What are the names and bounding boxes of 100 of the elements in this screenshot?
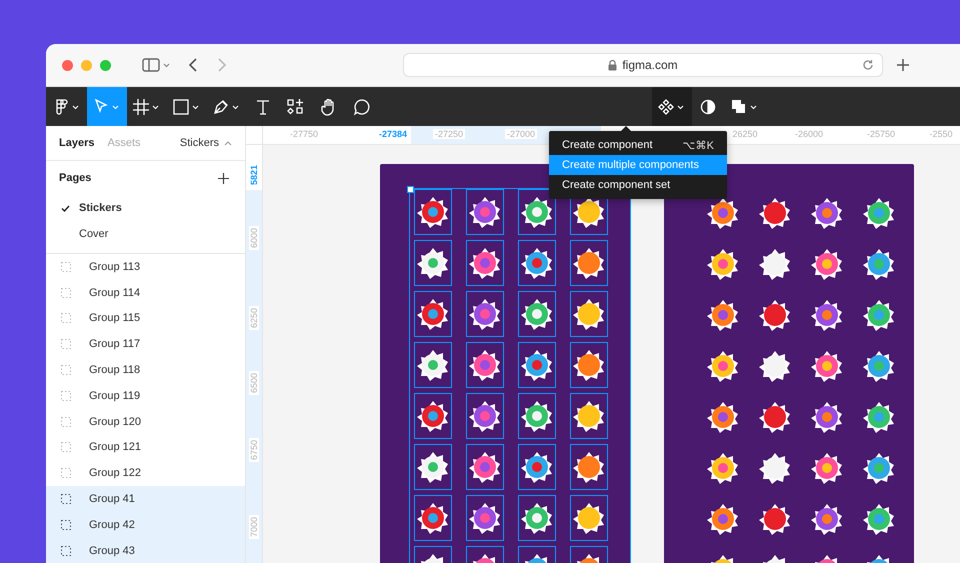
sticker-drawing[interactable] [572, 399, 606, 433]
sticker-drawing[interactable] [706, 247, 740, 281]
sticker-drawing[interactable] [862, 349, 896, 383]
ruler-label: 6750 [249, 438, 259, 462]
sticker-drawing[interactable] [810, 247, 844, 281]
ruler-label: 6000 [249, 226, 259, 250]
layer-row[interactable]: Group 41 [46, 486, 245, 512]
sticker-drawing[interactable] [520, 195, 554, 229]
ruler-label: 7000 [249, 514, 259, 540]
sticker-drawing[interactable] [520, 399, 554, 433]
sticker-drawing[interactable] [572, 450, 606, 484]
sticker-drawing[interactable] [416, 195, 450, 229]
sticker-drawing[interactable] [810, 400, 844, 434]
sticker-drawing[interactable] [520, 246, 554, 280]
close-icon[interactable] [62, 60, 73, 70]
sticker-drawing[interactable] [758, 349, 792, 383]
menu-item[interactable]: Create component ⌥⌘K [549, 135, 727, 155]
sticker-drawing[interactable] [468, 399, 502, 433]
layer-row[interactable]: Group 122 [46, 460, 245, 486]
sticker-drawing[interactable] [572, 246, 606, 280]
layer-row[interactable]: Group 117 [46, 331, 245, 358]
group-icon [61, 494, 71, 504]
sticker-drawing[interactable] [572, 501, 606, 535]
sticker-drawing[interactable] [862, 451, 896, 485]
sticker-drawing[interactable] [706, 502, 740, 536]
sticker-drawing[interactable] [572, 297, 606, 331]
new-tab-icon[interactable] [896, 58, 910, 72]
layer-row[interactable]: Group 118 [46, 357, 245, 383]
page-item[interactable]: Cover [46, 221, 245, 247]
group-icon [61, 288, 71, 298]
address-bar[interactable]: figma.com [403, 53, 883, 77]
url-text: figma.com [622, 58, 678, 72]
layer-row[interactable]: Group 113 [46, 254, 245, 280]
layer-row[interactable]: Group 43 [46, 538, 245, 563]
sticker-drawing[interactable] [810, 349, 844, 383]
reload-icon[interactable] [862, 59, 874, 71]
sticker-drawing[interactable] [862, 247, 896, 281]
add-page-icon[interactable] [218, 172, 229, 184]
page-item[interactable]: Stickers [46, 195, 245, 221]
sticker-drawing[interactable] [468, 195, 502, 229]
layer-row[interactable]: Group 114 [46, 280, 245, 306]
sticker-drawing[interactable] [758, 196, 792, 230]
ruler-label: 6250 [249, 306, 259, 330]
group-icon [61, 546, 71, 556]
sticker-drawing[interactable] [416, 246, 450, 280]
sticker-drawing[interactable] [572, 348, 606, 382]
sticker-drawing[interactable] [758, 400, 792, 434]
sticker-drawing[interactable] [416, 501, 450, 535]
sticker-drawing[interactable] [520, 501, 554, 535]
sticker-drawing[interactable] [758, 451, 792, 485]
back-icon[interactable] [188, 58, 198, 72]
chevron-up-icon [224, 140, 232, 146]
page-picker[interactable]: Stickers [180, 137, 232, 149]
ruler-label: -26000 [792, 129, 826, 139]
sticker-drawing[interactable] [862, 196, 896, 230]
ruler-label: -2550 [927, 129, 955, 139]
ruler-label: 5821 [249, 162, 259, 188]
layer-row[interactable]: Group 115 [46, 306, 245, 332]
layer-row[interactable]: Group 42 [46, 512, 245, 538]
menu-item[interactable]: Create component set [549, 175, 727, 195]
toolbar-tool[interactable] [652, 87, 692, 126]
group-icon [61, 468, 71, 478]
sticker-drawing[interactable] [862, 502, 896, 536]
sticker-drawing[interactable] [706, 400, 740, 434]
sticker-drawing[interactable] [520, 348, 554, 382]
sidebar-toggle-icon[interactable] [142, 58, 170, 72]
sticker-drawing[interactable] [758, 502, 792, 536]
sticker-group[interactable] [410, 189, 630, 563]
contrast-icon [699, 98, 717, 116]
sticker-drawing[interactable] [468, 348, 502, 382]
sticker-drawing[interactable] [706, 349, 740, 383]
sticker-drawing[interactable] [416, 450, 450, 484]
sticker-drawing[interactable] [468, 246, 502, 280]
sticker-drawing[interactable] [520, 297, 554, 331]
group-icon [61, 313, 71, 324]
sticker-drawing[interactable] [810, 451, 844, 485]
sticker-drawing[interactable] [862, 400, 896, 434]
sticker-drawing[interactable] [468, 501, 502, 535]
sticker-drawing[interactable] [468, 450, 502, 484]
sticker-drawing[interactable] [706, 298, 740, 332]
sticker-drawing[interactable] [706, 196, 740, 230]
sticker-drawing[interactable] [758, 298, 792, 332]
sticker-drawing[interactable] [810, 502, 844, 536]
layer-row[interactable]: Group 121 [46, 434, 245, 460]
layer-row[interactable]: Group 119 [46, 382, 245, 409]
pages-heading: Pages [59, 172, 92, 184]
group-icon [61, 262, 71, 272]
sticker-drawing[interactable] [810, 196, 844, 230]
sticker-drawing[interactable] [810, 298, 844, 332]
sticker-drawing[interactable] [706, 451, 740, 485]
layer-row[interactable]: Group 120 [46, 408, 245, 435]
sticker-drawing[interactable] [758, 247, 792, 281]
sticker-drawing[interactable] [862, 298, 896, 332]
panel-tab[interactable]: Layers [59, 137, 94, 149]
sticker-drawing[interactable] [416, 297, 450, 331]
sticker-drawing[interactable] [468, 297, 502, 331]
sticker-drawing[interactable] [416, 399, 450, 433]
sticker-drawing[interactable] [520, 450, 554, 484]
sticker-drawing[interactable] [416, 348, 450, 382]
selection-handle[interactable] [407, 186, 414, 193]
